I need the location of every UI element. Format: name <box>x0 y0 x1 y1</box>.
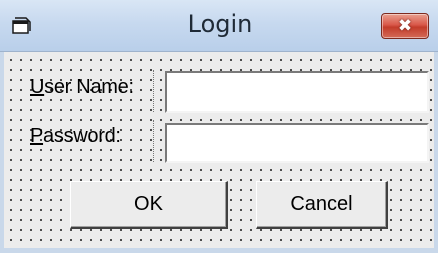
window-title: Login <box>187 10 253 38</box>
password-label-accelerator: P <box>30 125 44 147</box>
username-label: User Name: <box>30 76 134 99</box>
login-dialog: Login ✖ User Name: Password: OK Cancel <box>0 0 438 253</box>
close-button[interactable]: ✖ <box>381 13 429 39</box>
form-surface: User Name: Password: OK Cancel <box>0 52 438 253</box>
title-bar[interactable]: Login ✖ <box>0 0 438 52</box>
password-input[interactable] <box>165 123 429 163</box>
password-label-text: assword: <box>43 125 121 147</box>
close-icon: ✖ <box>397 16 413 36</box>
password-label: Password: <box>30 125 121 148</box>
cancel-button[interactable]: Cancel <box>256 181 388 229</box>
cancel-button-label: Cancel <box>290 193 353 215</box>
ok-button[interactable]: OK <box>70 181 228 229</box>
window-icon <box>12 17 32 35</box>
username-label-accelerator: U <box>30 76 45 98</box>
username-label-text: ser Name: <box>44 76 134 98</box>
username-input[interactable] <box>165 71 429 113</box>
ok-button-label: OK <box>134 193 163 215</box>
